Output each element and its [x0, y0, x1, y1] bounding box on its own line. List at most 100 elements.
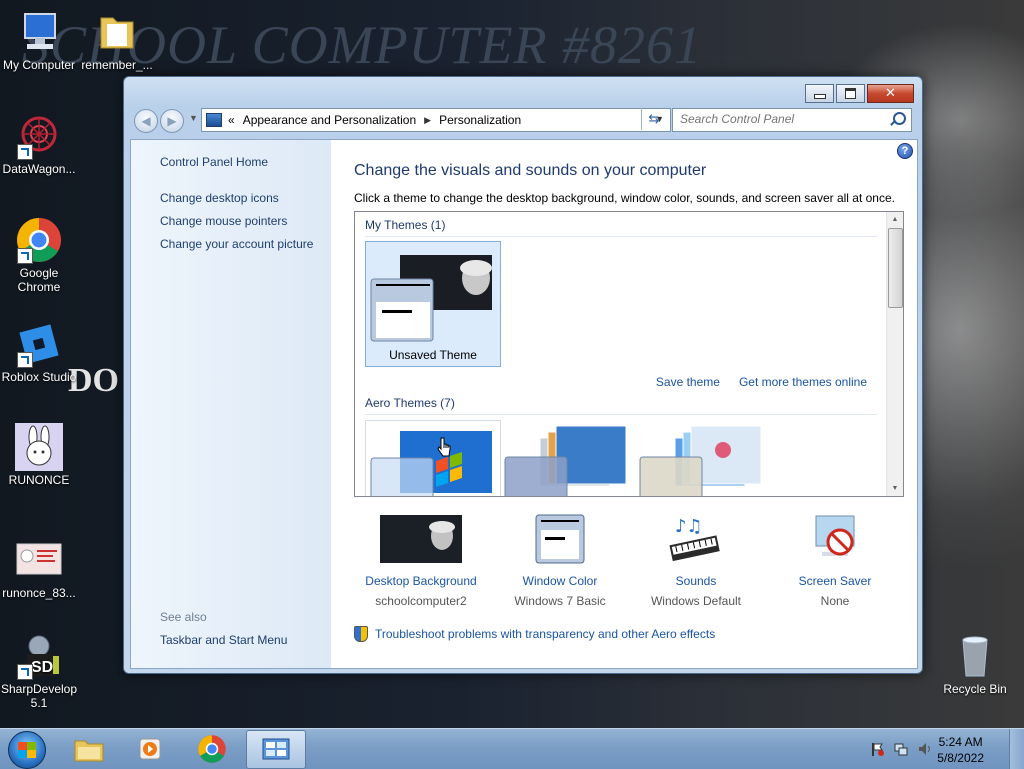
hand-cursor-icon — [437, 437, 451, 457]
control-panel-icon — [206, 113, 222, 127]
desktop-icon-recycle-bin[interactable]: Recycle Bin — [936, 632, 1014, 696]
setting-name: Desktop Background — [365, 574, 477, 588]
taskbar-media-player-button[interactable] — [121, 730, 179, 767]
breadcrumb-appearance-and-personalization[interactable]: Appearance and Personalization — [243, 113, 416, 127]
media-player-icon — [139, 738, 161, 759]
desktop-icon-label: remember_... — [81, 58, 153, 72]
windows-explorer-icon — [74, 740, 104, 761]
setting-value: schoolcomputer2 — [375, 594, 467, 608]
desktop-icon-my-computer[interactable]: My Computer — [0, 8, 78, 72]
breadcrumb-personalization[interactable]: Personalization — [439, 113, 521, 127]
action-center-flag-icon[interactable] — [870, 742, 884, 756]
chrome-icon — [15, 216, 63, 264]
desktop-icon-remember[interactable]: remember_... — [78, 8, 156, 72]
start-button[interactable] — [8, 731, 46, 769]
taskbar-explorer-button[interactable] — [60, 730, 118, 767]
scroll-up-icon[interactable]: ▲ — [887, 212, 903, 227]
taskbar-chrome-button[interactable] — [183, 730, 241, 767]
save-theme-link[interactable]: Save theme — [656, 375, 720, 389]
forward-button[interactable]: ▶ — [160, 109, 184, 133]
theme-preview-windows-7 — [370, 431, 492, 496]
sharpdevelop-icon: SD — [15, 632, 63, 680]
maximize-icon — [845, 88, 856, 99]
breadcrumb-overflow[interactable]: « — [228, 113, 235, 127]
setting-value: None — [820, 594, 850, 608]
minimize-icon — [813, 94, 826, 99]
search-input[interactable] — [673, 109, 880, 129]
maximize-button[interactable] — [836, 84, 865, 103]
help-icon[interactable]: ? — [897, 143, 913, 159]
scrollbar-thumb[interactable] — [888, 228, 903, 308]
clock-date: 5/8/2022 — [937, 751, 984, 765]
window-color-setting[interactable]: Window Color Windows 7 Basic — [495, 514, 625, 608]
see-also-heading: See also — [160, 610, 207, 624]
desktop-background-setting[interactable]: Desktop Background schoolcomputer2 — [356, 514, 486, 608]
setting-name: Sounds — [675, 574, 717, 588]
group-divider — [365, 236, 877, 237]
desktop-icon-runonce[interactable]: RUNONCE — [0, 423, 78, 487]
minimize-button[interactable] — [805, 84, 834, 103]
change-account-picture-link[interactable]: Change your account picture — [160, 237, 313, 251]
sounds-icon: ♪♫ — [655, 514, 737, 564]
get-more-themes-link[interactable]: Get more themes online — [739, 375, 867, 389]
window-content: Control Panel Home Change desktop icons … — [130, 139, 918, 669]
screen-saver-setting[interactable]: Screen Saver None — [770, 514, 900, 608]
search-icon[interactable] — [893, 112, 906, 125]
clock[interactable]: 5:24 AM 5/8/2022 — [937, 734, 984, 766]
theme-preview-unsaved — [370, 255, 492, 342]
shortcut-arrow-icon — [17, 248, 33, 264]
taskbar-control-panel-button[interactable] — [246, 730, 306, 769]
back-button[interactable]: ◀ — [134, 109, 158, 133]
my-themes-heading: My Themes (1) — [365, 218, 446, 232]
theme-preview-architecture — [504, 425, 627, 496]
system-tray: 5:24 AM 5/8/2022 — [864, 729, 1024, 769]
close-button[interactable]: ✕ — [867, 84, 914, 103]
theme-tile-characters[interactable] — [635, 420, 769, 496]
change-mouse-pointers-link[interactable]: Change mouse pointers — [160, 214, 287, 228]
desktop-icon-label: DataWagon... — [2, 162, 76, 176]
recycle-bin-icon — [951, 632, 999, 680]
theme-tile-unsaved[interactable]: Unsaved Theme — [365, 241, 501, 367]
svg-text:♪♫: ♪♫ — [675, 516, 703, 537]
control-panel-home-link[interactable]: Control Panel Home — [160, 155, 268, 169]
troubleshoot-label: Troubleshoot problems with transparency … — [375, 627, 716, 641]
taskbar-start-menu-link[interactable]: Taskbar and Start Menu — [160, 633, 287, 647]
troubleshoot-link[interactable]: Troubleshoot problems with transparency … — [354, 626, 715, 642]
scroll-down-icon[interactable]: ▼ — [887, 481, 903, 496]
desktop-icon-google-chrome[interactable]: Google Chrome — [0, 216, 78, 294]
refresh-icon: ⇆ — [648, 111, 660, 126]
sounds-setting[interactable]: ♪♫ Sounds Windows Default — [631, 514, 761, 608]
desktop-icon-sharpdevelop[interactable]: SD SharpDevelop 5.1 — [0, 632, 78, 710]
theme-tile-architecture[interactable] — [500, 420, 634, 496]
setting-value: Windows 7 Basic — [514, 594, 606, 608]
page-title: Change the visuals and sounds on your co… — [354, 162, 707, 179]
theme-list-scrollbar[interactable]: ▲ ▼ — [886, 212, 903, 496]
desktop-icon-datawagon[interactable]: DataWagon... — [0, 112, 78, 176]
caption-buttons: ✕ — [805, 84, 914, 103]
desktop-icon-runonce-83[interactable]: runonce_83... — [0, 536, 78, 600]
theme-preview-characters — [639, 425, 762, 496]
theme-tile-windows-7[interactable] — [365, 420, 501, 496]
breadcrumb-separator-icon[interactable]: ▶ — [424, 115, 431, 126]
personalization-window: ✕ ◀ ▶ ▼ « Appearance and Personalization… — [123, 76, 923, 674]
bunny-icon — [15, 423, 63, 471]
recent-pages-dropdown-icon[interactable]: ▼ — [189, 113, 198, 123]
show-desktop-button[interactable] — [1009, 729, 1024, 769]
chrome-icon — [198, 734, 226, 763]
setting-name: Screen Saver — [798, 574, 872, 588]
desktop-icon-label: My Computer — [2, 58, 76, 72]
refresh-button[interactable]: ⇆ — [641, 108, 666, 130]
image-file-icon — [15, 536, 63, 584]
desktop-icon-roblox-studio[interactable]: Roblox Studio — [0, 320, 78, 384]
network-icon[interactable] — [894, 742, 908, 756]
desktop-icon-label: SharpDevelop 5.1 — [0, 682, 78, 710]
volume-icon[interactable] — [918, 742, 932, 756]
page-description: Click a theme to change the desktop back… — [354, 191, 895, 205]
navigation-bar: ◀ ▶ ▼ « Appearance and Personalization ▶… — [132, 107, 914, 133]
group-divider — [365, 414, 877, 415]
address-bar[interactable]: « Appearance and Personalization ▶ Perso… — [201, 108, 671, 132]
task-pane: Control Panel Home Change desktop icons … — [131, 140, 331, 668]
svg-text:SD: SD — [31, 659, 53, 676]
change-desktop-icons-link[interactable]: Change desktop icons — [160, 191, 279, 205]
datawagon-icon — [15, 112, 63, 160]
